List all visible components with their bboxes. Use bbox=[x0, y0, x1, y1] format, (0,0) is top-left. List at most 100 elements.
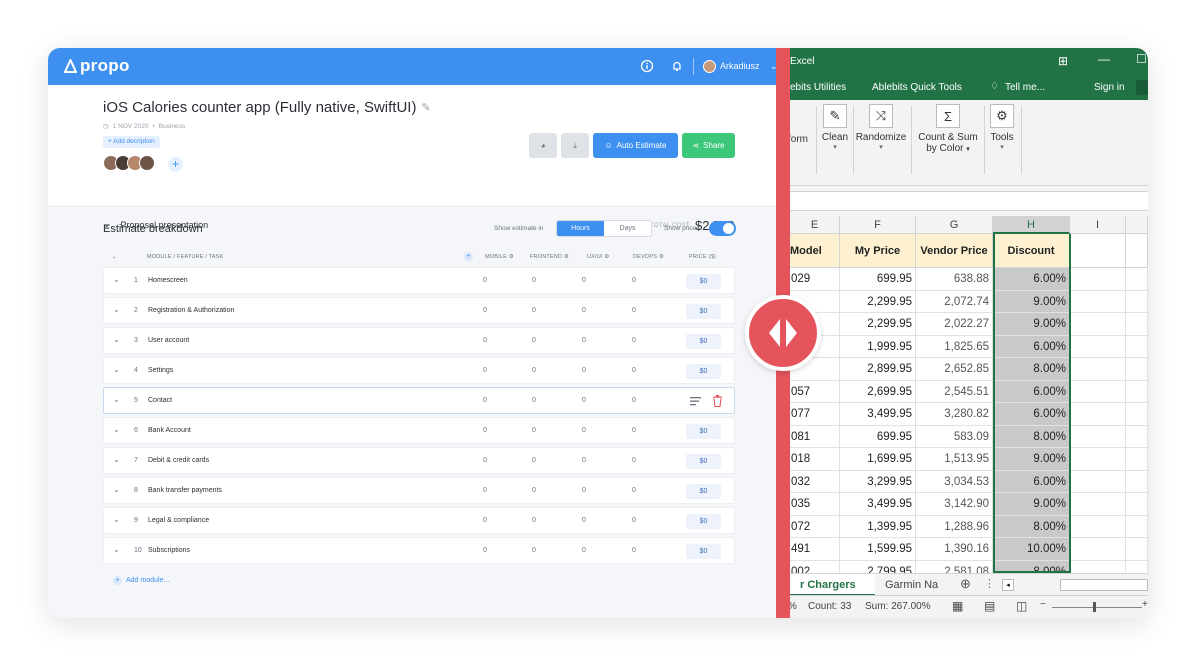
sign-in-link[interactable]: Sign in bbox=[1094, 82, 1125, 93]
row-estimate-d[interactable]: 0 bbox=[624, 397, 644, 404]
more-icon[interactable]: ⋮ bbox=[984, 577, 995, 590]
cell-vendor-price[interactable]: 583.09 bbox=[916, 425, 993, 448]
propo-logo[interactable]: propo bbox=[64, 56, 130, 76]
cell-empty[interactable] bbox=[1126, 268, 1148, 291]
cell-my-price[interactable]: 2,299.95 bbox=[840, 313, 916, 336]
cell-empty[interactable] bbox=[1070, 290, 1126, 313]
cell-discount[interactable]: 9.00% bbox=[993, 448, 1070, 471]
row-estimate-u[interactable]: 0 bbox=[574, 397, 594, 404]
cell-empty[interactable] bbox=[1070, 358, 1126, 381]
cell-discount[interactable]: 8.00% bbox=[993, 425, 1070, 448]
row-estimate-d[interactable]: 0 bbox=[624, 277, 644, 284]
row-estimate-f[interactable]: 0 bbox=[524, 427, 544, 434]
row-estimate-f[interactable]: 0 bbox=[524, 277, 544, 284]
cell-model[interactable]: 032 bbox=[790, 470, 840, 493]
tell-me-search[interactable]: Tell me... bbox=[1005, 82, 1045, 93]
ribbon-form[interactable]: form bbox=[790, 134, 808, 145]
table-row[interactable]: ⌄ 8 Bank transfer payments 0 0 0 0 $0 bbox=[103, 477, 735, 504]
cell-empty[interactable] bbox=[1070, 380, 1126, 403]
cell-empty[interactable] bbox=[1126, 448, 1148, 471]
row-price[interactable]: $0 bbox=[686, 514, 721, 529]
cell-my-price[interactable]: 3,499.95 bbox=[840, 403, 916, 426]
pencil-icon[interactable]: ✎ bbox=[421, 101, 430, 114]
zoom-out-icon[interactable]: − bbox=[1040, 599, 1046, 610]
cell-model[interactable]: 081 bbox=[790, 425, 840, 448]
table-row[interactable]: ⌄ 2 Registration & Authorization 0 0 0 0 $0 bbox=[103, 297, 735, 324]
zoom-slider-thumb[interactable] bbox=[1093, 602, 1096, 612]
cell-empty[interactable] bbox=[1126, 403, 1148, 426]
header-empty[interactable] bbox=[1070, 234, 1126, 268]
tab-ablebits-quick-tools[interactable]: Ablebits Quick Tools bbox=[872, 82, 962, 93]
bell-icon[interactable] bbox=[670, 59, 684, 73]
maximize-icon[interactable]: ☐ bbox=[1136, 52, 1147, 66]
cell-vendor-price[interactable]: 3,034.53 bbox=[916, 470, 993, 493]
row-estimate-m[interactable]: 0 bbox=[475, 427, 495, 434]
row-price[interactable]: $0 bbox=[686, 424, 721, 439]
col-devops[interactable]: DEVOPS ⚙ bbox=[633, 254, 664, 260]
cell-my-price[interactable]: 1,399.95 bbox=[840, 515, 916, 538]
ribbon-randomize-button[interactable]: ⤨ Randomize ▾ bbox=[854, 104, 908, 151]
tab-ablebits-utilities[interactable]: ebits Utilities bbox=[790, 82, 846, 93]
row-estimate-m[interactable]: 0 bbox=[475, 487, 495, 494]
row-price[interactable]: $0 bbox=[686, 304, 721, 319]
chevron-down-icon[interactable]: ⌄ bbox=[113, 485, 120, 494]
header-my-price[interactable]: My Price bbox=[840, 234, 916, 268]
cell-vendor-price[interactable]: 1,825.65 bbox=[916, 335, 993, 358]
cell-discount[interactable]: 8.00% bbox=[993, 515, 1070, 538]
row-name[interactable]: Subscriptions bbox=[148, 547, 190, 554]
table-row[interactable]: ⌄ 7 Debit & credit cards 0 0 0 0 $0 bbox=[103, 447, 735, 474]
chevron-down-icon[interactable]: ⌄ bbox=[113, 425, 120, 434]
cell-empty[interactable] bbox=[1126, 313, 1148, 336]
cell-discount[interactable]: 9.00% bbox=[993, 493, 1070, 516]
add-member-button[interactable]: + bbox=[168, 157, 183, 172]
scroll-left-icon[interactable]: ◂ bbox=[1002, 579, 1014, 591]
row-estimate-f[interactable]: 0 bbox=[524, 457, 544, 464]
cell-model[interactable]: 072 bbox=[790, 515, 840, 538]
collapse-all-icon[interactable]: ⌄ bbox=[112, 254, 117, 260]
row-name[interactable]: Contact bbox=[148, 397, 172, 404]
row-estimate-f[interactable]: 0 bbox=[524, 367, 544, 374]
row-price[interactable]: $0 bbox=[686, 364, 721, 379]
cell-empty[interactable] bbox=[1126, 515, 1148, 538]
cell-vendor-price[interactable]: 2,652.85 bbox=[916, 358, 993, 381]
row-estimate-m[interactable]: 0 bbox=[475, 307, 495, 314]
cell-empty[interactable] bbox=[1070, 448, 1126, 471]
cell-model[interactable]: 018 bbox=[790, 448, 840, 471]
cell-vendor-price[interactable]: 3,280.82 bbox=[916, 403, 993, 426]
row-estimate-f[interactable]: 0 bbox=[524, 547, 544, 554]
chevron-down-icon[interactable]: ⌄ bbox=[113, 395, 120, 404]
row-estimate-u[interactable]: 0 bbox=[574, 487, 594, 494]
chevron-down-icon[interactable]: ⌄ bbox=[113, 365, 120, 374]
cell-discount[interactable]: 6.00% bbox=[993, 380, 1070, 403]
cell-vendor-price[interactable]: 3,142.90 bbox=[916, 493, 993, 516]
row-name[interactable]: Homescreen bbox=[148, 277, 188, 284]
row-name[interactable]: User account bbox=[148, 337, 189, 344]
cell-vendor-price[interactable]: 1,390.16 bbox=[916, 538, 993, 561]
row-estimate-u[interactable]: 0 bbox=[574, 547, 594, 554]
cell-empty[interactable] bbox=[1070, 425, 1126, 448]
cell-discount[interactable]: 10.00% bbox=[993, 538, 1070, 561]
cell-discount[interactable]: 6.00% bbox=[993, 268, 1070, 291]
menu-icon[interactable] bbox=[690, 395, 702, 407]
cell-my-price[interactable]: 699.95 bbox=[840, 268, 916, 291]
chevron-down-icon[interactable]: ⌄ bbox=[113, 515, 120, 524]
zoom-slider[interactable] bbox=[1052, 607, 1142, 608]
table-row[interactable]: ⌄ 1 Homescreen 0 0 0 0 $0 bbox=[103, 267, 735, 294]
auto-estimate-button[interactable]: ☺ Auto Estimate bbox=[593, 133, 678, 158]
table-row[interactable]: ⌄ 10 Subscriptions 0 0 0 0 $0 bbox=[103, 537, 735, 564]
table-row[interactable]: ⌄ 9 Legal & compliance 0 0 0 0 $0 bbox=[103, 507, 735, 534]
cell-vendor-price[interactable]: 1,513.95 bbox=[916, 448, 993, 471]
header-model[interactable]: Model bbox=[790, 234, 840, 268]
row-estimate-d[interactable]: 0 bbox=[624, 487, 644, 494]
row-estimate-d[interactable]: 0 bbox=[624, 427, 644, 434]
row-name[interactable]: Legal & compliance bbox=[148, 517, 209, 524]
row-estimate-m[interactable]: 0 bbox=[475, 457, 495, 464]
row-estimate-m[interactable]: 0 bbox=[475, 397, 495, 404]
row-estimate-u[interactable]: 0 bbox=[574, 277, 594, 284]
cell-discount[interactable]: 6.00% bbox=[993, 470, 1070, 493]
row-estimate-u[interactable]: 0 bbox=[574, 427, 594, 434]
header-discount[interactable]: Discount bbox=[993, 234, 1070, 268]
cell-my-price[interactable]: 3,299.95 bbox=[840, 470, 916, 493]
cell-model[interactable]: 077 bbox=[790, 403, 840, 426]
row-name[interactable]: Registration & Authorization bbox=[148, 307, 234, 314]
